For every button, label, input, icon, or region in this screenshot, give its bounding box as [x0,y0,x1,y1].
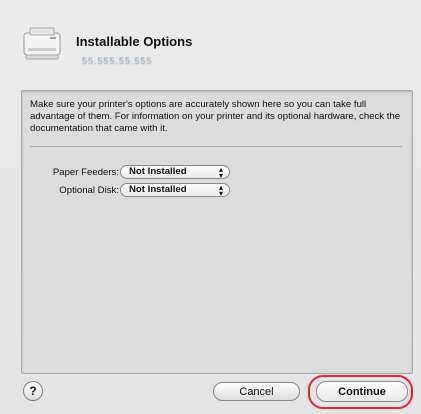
dialog-title: Installable Options [76,34,193,49]
options-panel: Make sure your printer's options are acc… [21,90,413,374]
divider [30,146,402,147]
paper-feeders-label: Paper Feeders: [52,167,119,178]
help-button[interactable]: ? [23,381,43,401]
paper-feeders-value: Not Installed [129,166,187,177]
cancel-button[interactable]: Cancel [213,382,300,401]
printer-icon [20,24,64,64]
printer-address: 55.555.55.555 [82,56,153,66]
paper-feeders-popup[interactable]: Not Installed ▴ ▾ [120,165,230,180]
optional-disk-value: Not Installed [129,184,187,195]
installable-options-sheet: Installable Options 55.555.55.555 Make s… [0,0,421,414]
highlight-annotation [308,375,413,409]
optional-disk-popup[interactable]: Not Installed ▴ ▾ [120,183,230,198]
up-down-chevrons-icon: ▴ ▾ [218,183,223,198]
up-down-chevrons-icon: ▴ ▾ [218,165,223,180]
instructions-text: Make sure your printer's options are acc… [30,99,401,134]
optional-disk-label: Optional Disk: [59,185,119,196]
